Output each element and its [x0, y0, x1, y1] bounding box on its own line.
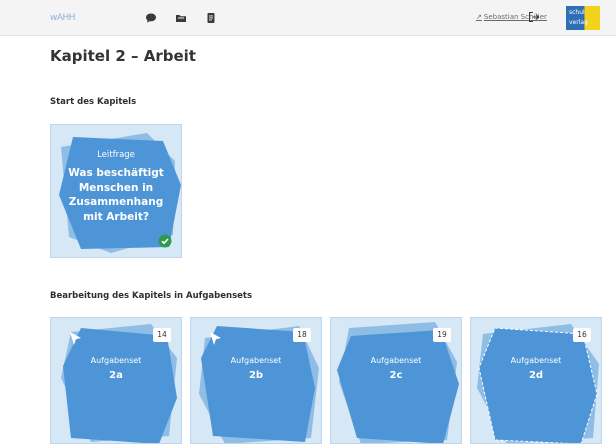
task-set-id: 2c: [389, 370, 403, 381]
external-arrow-icon: ↗: [476, 13, 482, 21]
check-circle-icon: [158, 234, 172, 248]
publisher-logo[interactable]: schul verlag: [566, 6, 600, 30]
task-set-card-2c[interactable]: 19 Aufgabenset 2c: [330, 317, 462, 444]
task-count-badge: 14: [153, 328, 171, 342]
task-set-id: 2a: [109, 370, 123, 381]
document-icon[interactable]: [205, 12, 217, 24]
task-set-card-2d[interactable]: 16 Aufgabenset 2d: [470, 317, 602, 444]
task-set-card-2a[interactable]: 14 Aufgabenset 2a: [50, 317, 182, 444]
folder-icon[interactable]: [175, 12, 187, 24]
top-bar: wAHH ↗ Sebastian Schüler schul verlag: [0, 0, 616, 36]
task-set-id: 2b: [248, 370, 264, 381]
page-title: Kapitel 2 – Arbeit: [50, 47, 196, 65]
card-label: Aufgabenset: [90, 356, 142, 365]
task-count-badge: 16: [573, 328, 591, 342]
task-set-card-2b[interactable]: 18 Aufgabenset 2b: [190, 317, 322, 444]
chat-bubble-icon[interactable]: [145, 12, 157, 24]
app-logo[interactable]: wAHH: [50, 9, 84, 27]
card-label: Aufgabenset: [510, 356, 562, 365]
cursor-icon: [210, 332, 221, 345]
guiding-question-text: Was beschäftigt Menschen in Zusammenhang…: [68, 167, 164, 223]
cursor-icon: [70, 332, 81, 345]
sets-section-heading: Bearbeitung des Kapitels in Aufgabensets: [50, 291, 253, 301]
card-label: Leitfrage: [97, 150, 135, 160]
task-count-badge: 18: [293, 328, 311, 342]
start-section-heading: Start des Kapitels: [50, 97, 137, 107]
logout-icon[interactable]: [527, 10, 541, 24]
card-label: Aufgabenset: [370, 356, 422, 365]
task-count-badge: 19: [433, 328, 451, 342]
card-label: Aufgabenset: [230, 356, 282, 365]
task-set-id: 2d: [528, 370, 544, 381]
